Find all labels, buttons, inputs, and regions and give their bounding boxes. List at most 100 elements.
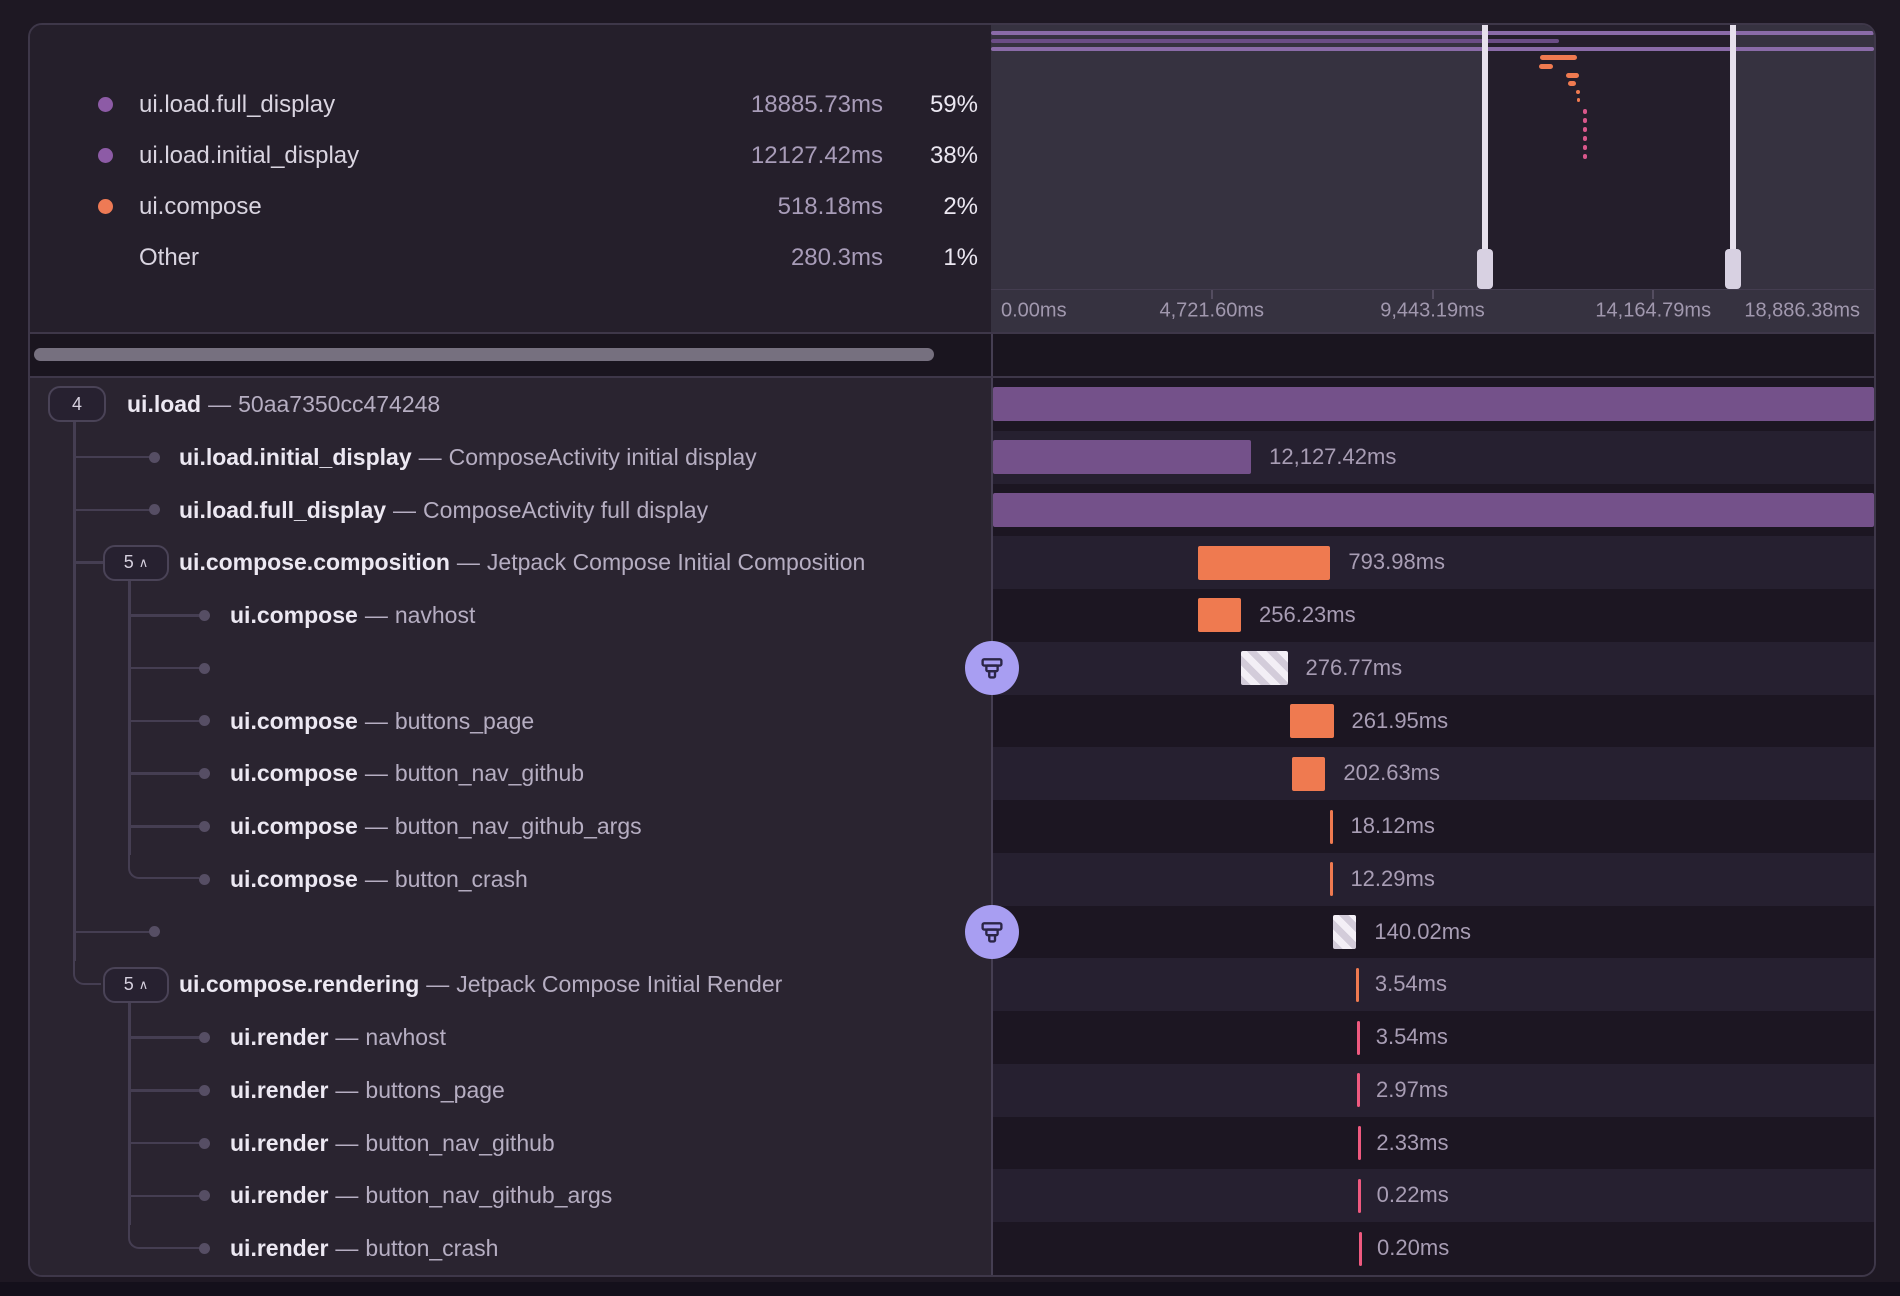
span-duration-bar[interactable] xyxy=(1357,1021,1360,1055)
span-duration-bar[interactable] xyxy=(1356,968,1359,1002)
span-title[interactable]: ui.compose—button_nav_github xyxy=(230,747,584,800)
span-title[interactable]: ui.compose—button_nav_github_args xyxy=(230,800,642,853)
span-tree-row[interactable] xyxy=(30,642,991,695)
legend-percent-value: 59% xyxy=(883,91,978,119)
span-tree-panel: 4ui.load—50aa7350cc474248ui.load.initial… xyxy=(30,378,991,1275)
span-bar-row[interactable]: 2.33ms xyxy=(993,1117,1874,1170)
viewport-handle-left[interactable] xyxy=(1482,25,1488,289)
legend-op-name: Other xyxy=(139,244,495,272)
span-tree-row[interactable]: 4 ui.load—50aa7350cc474248 xyxy=(30,378,991,431)
span-title[interactable]: ui.render—button_crash xyxy=(230,1222,498,1275)
span-title[interactable]: ui.render—navhost xyxy=(230,1011,446,1064)
waterfall-section: 4ui.load—50aa7350cc474248ui.load.initial… xyxy=(30,378,1874,1275)
span-count-badge[interactable]: 5∧ xyxy=(103,967,169,1003)
span-duration-bar[interactable] xyxy=(1241,651,1287,685)
span-bar-row[interactable]: 256.23ms xyxy=(993,589,1874,642)
span-title[interactable]: ui.compose—button_crash xyxy=(230,853,528,906)
span-title[interactable]: ui.compose—buttons_page xyxy=(230,695,534,748)
span-tree-row[interactable]: ui.load.initial_display—ComposeActivity … xyxy=(30,431,991,484)
span-tree-row[interactable]: ui.compose—button_nav_github_args xyxy=(30,800,991,853)
span-title[interactable]: ui.render—button_nav_github xyxy=(230,1117,555,1170)
span-tree-row[interactable]: ui.render—button_crash xyxy=(30,1222,991,1275)
span-tree-row[interactable]: ui.load.full_display—ComposeActivity ful… xyxy=(30,484,991,537)
span-bar-row[interactable]: 3.54ms xyxy=(993,1011,1874,1064)
trace-minimap[interactable]: 0.00ms4,721.60ms9,443.19ms14,164.79ms18,… xyxy=(991,25,1874,332)
minimap-viewport-window[interactable] xyxy=(1485,25,1732,289)
span-duration-bar[interactable] xyxy=(1357,1073,1360,1107)
span-bar-row[interactable]: 202.63ms xyxy=(993,747,1874,800)
profile-flamegraph-icon[interactable] xyxy=(965,905,1019,959)
span-bar-row[interactable]: 261.95ms xyxy=(993,695,1874,748)
horizontal-scrollbar-thumb[interactable] xyxy=(34,348,934,361)
span-duration-bar[interactable] xyxy=(1292,757,1326,791)
span-bar-row[interactable]: 2.97ms xyxy=(993,1064,1874,1117)
span-count-badge[interactable]: 5∧ xyxy=(103,545,169,581)
span-bar-row[interactable] xyxy=(993,378,1874,431)
span-bar-row[interactable]: 18.12ms xyxy=(993,800,1874,853)
span-bar-row[interactable]: 0.22ms xyxy=(993,1169,1874,1222)
span-duration-bar[interactable] xyxy=(1330,862,1333,896)
span-title-separator: — xyxy=(365,813,388,839)
legend-color-dot xyxy=(98,97,113,112)
minimap-span-mark xyxy=(1583,145,1586,150)
span-tree-row[interactable]: ui.compose—button_crash xyxy=(30,853,991,906)
horizontal-scrollbar-track[interactable] xyxy=(30,332,1874,378)
legend-percent-value: 2% xyxy=(883,193,978,221)
legend-duration-value: 12127.42ms xyxy=(555,142,883,170)
viewport-handle-right[interactable] xyxy=(1730,25,1736,289)
span-duration-bar[interactable] xyxy=(1198,598,1241,632)
span-duration-bar[interactable] xyxy=(993,387,1874,421)
span-bar-row[interactable]: 276.77ms xyxy=(993,642,1874,695)
span-title-separator: — xyxy=(426,971,449,997)
span-tree-row[interactable]: ui.render—buttons_page xyxy=(30,1064,991,1117)
span-title[interactable]: ui.compose.composition—Jetpack Compose I… xyxy=(179,536,865,589)
viewport-grip-left[interactable] xyxy=(1477,249,1493,289)
axis-tick-mark xyxy=(1211,290,1213,299)
span-tree-row[interactable] xyxy=(30,906,991,959)
minimap-body[interactable] xyxy=(991,25,1874,289)
span-tree-row[interactable]: ui.render—navhost xyxy=(30,1011,991,1064)
span-duration-bar[interactable] xyxy=(1330,810,1333,844)
span-duration-bar[interactable] xyxy=(1358,1126,1361,1160)
span-tree-row[interactable]: ui.compose—buttons_page xyxy=(30,695,991,748)
span-duration-bar[interactable] xyxy=(1358,1179,1361,1213)
span-tree-row[interactable]: ui.compose—button_nav_github xyxy=(30,747,991,800)
profile-flamegraph-icon[interactable] xyxy=(965,641,1019,695)
span-description: ComposeActivity initial display xyxy=(449,444,757,470)
span-tree-row[interactable]: ui.render—button_nav_github xyxy=(30,1117,991,1170)
span-title[interactable]: ui.compose—navhost xyxy=(230,589,475,642)
span-bar-row[interactable]: 3.54ms xyxy=(993,958,1874,1011)
span-tree-row[interactable]: 5∧ ui.compose.rendering—Jetpack Compose I… xyxy=(30,958,991,1011)
minimap-span-mark xyxy=(1539,64,1552,69)
span-title[interactable]: ui.compose.rendering—Jetpack Compose Ini… xyxy=(179,958,782,1011)
span-duration-bar[interactable] xyxy=(1333,915,1356,949)
span-op-name: ui.load.initial_display xyxy=(179,444,412,470)
span-duration-label: 0.20ms xyxy=(1377,1222,1449,1275)
span-title[interactable]: ui.load—50aa7350cc474248 xyxy=(127,378,440,431)
span-description: button_crash xyxy=(365,1235,498,1261)
span-duration-bar[interactable] xyxy=(1290,704,1334,738)
span-title[interactable]: ui.render—button_nav_github_args xyxy=(230,1169,612,1222)
span-duration-bar[interactable] xyxy=(993,493,1874,527)
span-tree-row[interactable]: 5∧ ui.compose.composition—Jetpack Compose… xyxy=(30,536,991,589)
span-tree-row[interactable]: ui.render—button_nav_github_args xyxy=(30,1169,991,1222)
span-title[interactable]: ui.load.full_display—ComposeActivity ful… xyxy=(179,484,708,537)
span-op-name: ui.compose xyxy=(230,760,358,786)
span-duration-label: 12,127.42ms xyxy=(1269,431,1396,484)
span-duration-bar[interactable] xyxy=(1359,1232,1362,1266)
span-title[interactable]: ui.load.initial_display—ComposeActivity … xyxy=(179,431,757,484)
span-duration-bar[interactable] xyxy=(1198,546,1330,580)
span-count-badge[interactable]: 4 xyxy=(48,386,106,422)
minimap-span-mark xyxy=(991,39,1559,43)
span-bar-row[interactable]: 0.20ms xyxy=(993,1222,1874,1275)
span-bar-row[interactable]: 12.29ms xyxy=(993,853,1874,906)
span-bar-row[interactable] xyxy=(993,484,1874,537)
span-bar-row[interactable]: 140.02ms xyxy=(993,906,1874,959)
span-tree-row[interactable]: ui.compose—navhost xyxy=(30,589,991,642)
span-bar-row[interactable]: 793.98ms xyxy=(993,536,1874,589)
span-title[interactable]: ui.render—buttons_page xyxy=(230,1064,505,1117)
span-description: buttons_page xyxy=(395,708,534,734)
viewport-grip-right[interactable] xyxy=(1725,249,1741,289)
span-bar-row[interactable]: 12,127.42ms xyxy=(993,431,1874,484)
span-duration-bar[interactable] xyxy=(993,440,1251,474)
